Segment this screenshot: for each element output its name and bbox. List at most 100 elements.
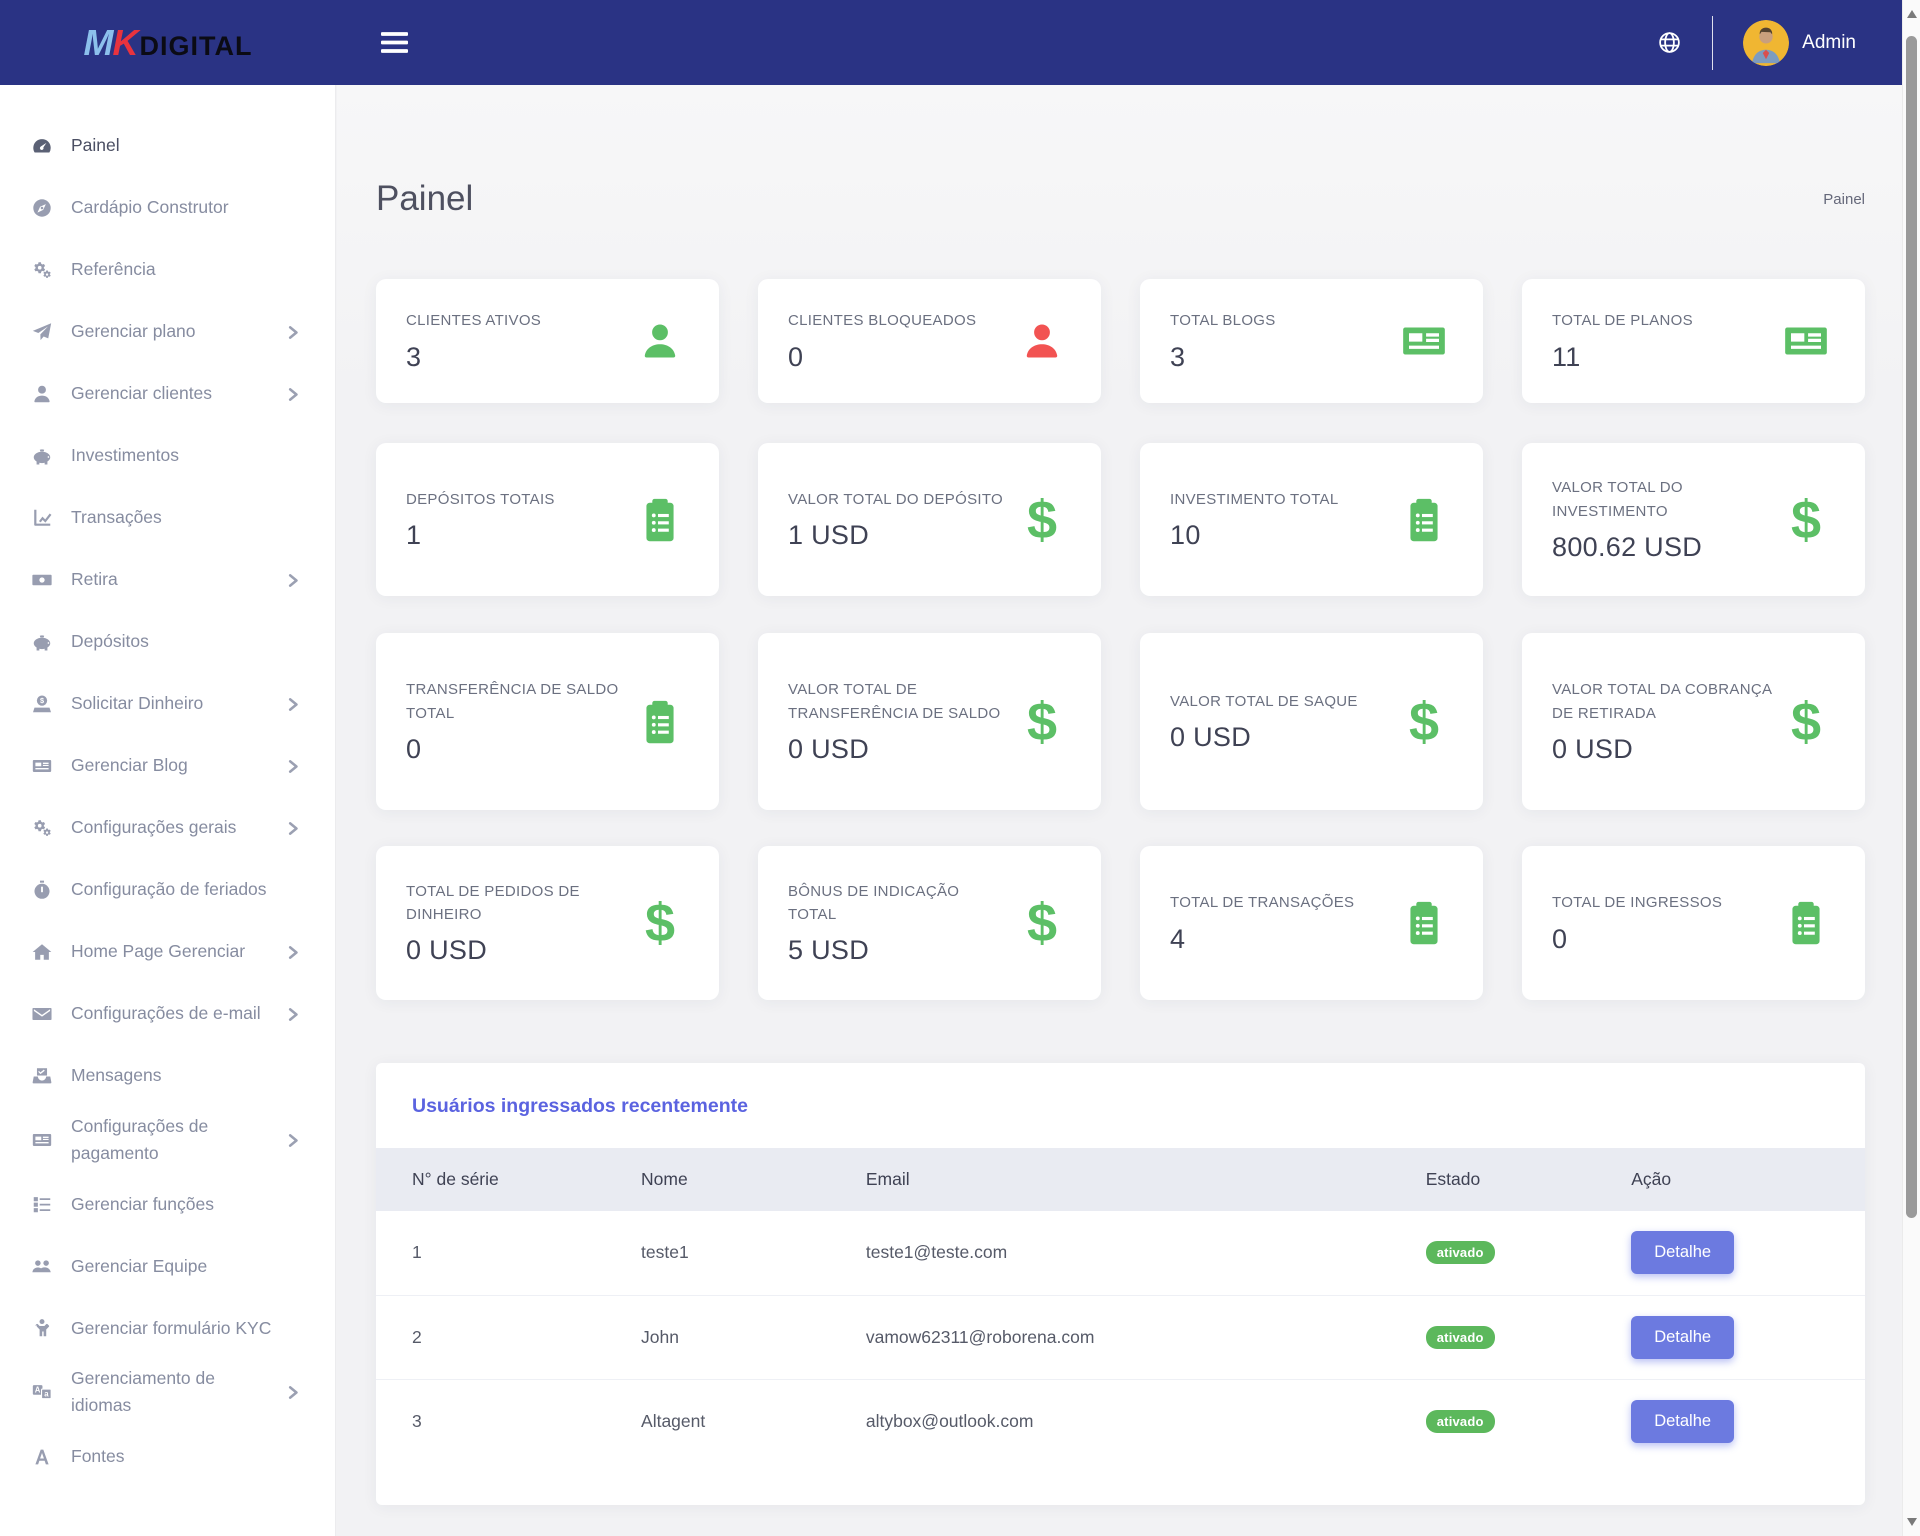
scrollbar-thumb[interactable] [1906,36,1917,1218]
sidebar-item-mensagens[interactable]: Mensagens [0,1045,335,1107]
sidebar-item-transacoes[interactable]: Transações [0,487,335,549]
sidebar-item-home-page-gerenciar[interactable]: Home Page Gerenciar [0,921,335,983]
hamburger-menu-button[interactable] [381,32,408,53]
dollar-icon: $ [645,896,675,950]
sidebar-item-label: Configuração de feriados [71,876,299,903]
cell-name: teste1 [641,1211,866,1295]
sidebar-item-gerenciar-equipe[interactable]: Gerenciar Equipe [0,1235,335,1297]
clipboard-list-icon [638,698,682,746]
stat-texts: VALOR TOTAL DO DEPÓSITO1 USD [788,488,1003,551]
sidebar-item-label: Configurações gerais [71,814,276,841]
globe-language-button[interactable] [1657,30,1682,55]
stats-row-1: CLIENTES ATIVOS3CLIENTES BLOQUEADOS0TOTA… [376,279,1865,403]
compass-icon [28,197,56,219]
scroll-down-arrow-icon[interactable] [1907,1518,1917,1526]
cell-email: vamow62311@roborena.com [866,1295,1426,1379]
sidebar-item-gerenciar-formulario-kyc[interactable]: Gerenciar formulário KYC [0,1297,335,1359]
stat-value: 3 [406,342,541,373]
chevron-right-icon [288,698,299,711]
chart-line-icon [28,507,56,529]
stat-value: 10 [1170,520,1339,551]
stat-label: TOTAL DE PEDIDOS DE DINHEIRO [406,880,626,927]
newspaper-icon [1781,316,1831,366]
child-icon [28,1317,56,1339]
stat-card-depositos-totais: DEPÓSITOS TOTAIS1 [376,443,719,596]
navbar-divider [1712,16,1713,70]
chevron-right-icon [288,574,299,587]
sidebar-item-cardapio-construtor[interactable]: Cardápio Construtor [0,177,335,239]
sidebar-menu: PainelCardápio ConstrutorReferênciaGeren… [0,115,335,1488]
table-row: 3Altagentaltybox@outlook.comativadoDetal… [376,1379,1865,1463]
svg-text:a: a [44,1390,49,1399]
detail-button[interactable]: Detalhe [1631,1231,1734,1274]
admin-menu-label[interactable]: Admin [1802,32,1856,54]
recent-users-title: Usuários ingressados recentemente [376,1095,1865,1118]
sidebar-item-retira[interactable]: Retira [0,549,335,611]
vertical-scrollbar[interactable] [1902,0,1920,1536]
stat-label: VALOR TOTAL DO DEPÓSITO [788,488,1003,511]
stat-label: TRANSFERÊNCIA DE SALDO TOTAL [406,678,626,725]
sidebar-item-gerenciar-funcoes[interactable]: Gerenciar funções [0,1173,335,1235]
sidebar-item-painel[interactable]: Painel [0,115,335,177]
stat-value: 0 USD [1552,734,1772,765]
status-badge: ativado [1426,1326,1495,1349]
users-icon [28,1255,56,1277]
gauge-icon [28,135,56,157]
cell-status: ativado [1426,1295,1631,1379]
scroll-up-arrow-icon[interactable] [1907,10,1917,18]
globe-icon [1657,30,1682,55]
stat-texts: VALOR TOTAL DE TRANSFERÊNCIA DE SALDO0 U… [788,678,1008,765]
sidebar-item-label: Mensagens [71,1062,299,1089]
stat-label: CLIENTES ATIVOS [406,309,541,332]
stat-value: 3 [1170,342,1276,373]
sidebar-item-depositos[interactable]: Depósitos [0,611,335,673]
stat-texts: TOTAL DE PEDIDOS DE DINHEIRO0 USD [406,880,626,967]
stat-label: TOTAL DE INGRESSOS [1552,891,1722,914]
avatar-photo-icon [1743,20,1789,66]
cell-status: ativado [1426,1211,1631,1295]
cell-name: Altagent [641,1379,866,1463]
stat-texts: BÔNUS DE INDICAÇÃO TOTAL5 USD [788,880,1008,967]
sidebar-item-gerenciar-clientes[interactable]: Gerenciar clientes [0,363,335,425]
sidebar-item-solicitar-dinheiro[interactable]: $Solicitar Dinheiro [0,673,335,735]
sidebar-item-configuracao-de-feriados[interactable]: Configuração de feriados [0,859,335,921]
stat-texts: VALOR TOTAL DA COBRANÇA DE RETIRADA0 USD [1552,678,1772,765]
stat-value: 0 USD [1170,722,1358,753]
chevron-right-icon [288,1134,299,1147]
stat-texts: TOTAL DE INGRESSOS0 [1552,891,1722,954]
sidebar-item-label: Painel [71,132,299,159]
piggy-bank-icon [28,445,56,467]
detail-button[interactable]: Detalhe [1631,1400,1734,1443]
sidebar-item-fontes[interactable]: Fontes [0,1426,335,1488]
svg-text:A: A [35,1386,41,1395]
top-navbar: MKDIGITAL Admin [0,0,1920,85]
sidebar-item-configuracoes-de-pagamento[interactable]: Configurações de pagamento [0,1107,335,1173]
sidebar-item-gerenciar-blog[interactable]: Gerenciar Blog [0,735,335,797]
stat-label: TOTAL BLOGS [1170,309,1276,332]
brand-text: DIGITAL [140,31,253,61]
cell-email: teste1@teste.com [866,1211,1426,1295]
paper-plane-icon [28,321,56,343]
detail-button[interactable]: Detalhe [1631,1316,1734,1359]
stat-label: TOTAL DE TRANSAÇÕES [1170,891,1354,914]
stat-texts: VALOR TOTAL DO INVESTIMENTO800.62 USD [1552,476,1772,563]
cell-email: altybox@outlook.com [866,1379,1426,1463]
sidebar-item-gerenciar-plano[interactable]: Gerenciar plano [0,301,335,363]
stats-row-2: DEPÓSITOS TOTAIS1 VALOR TOTAL DO DEPÓSITO… [376,443,1865,596]
brand-letter-k: K [113,22,138,63]
sidebar-item-configuracoes-de-e-mail[interactable]: Configurações de e-mail [0,983,335,1045]
user-avatar[interactable] [1743,20,1789,66]
sidebar-item-investimentos[interactable]: Investimentos [0,425,335,487]
navbar-right: Admin [1657,16,1920,70]
sidebar-item-label: Gerenciar clientes [71,380,276,407]
sidebar-item-configuracoes-gerais[interactable]: Configurações gerais [0,797,335,859]
sidebar-item-referencia[interactable]: Referência [0,239,335,301]
sidebar-item-gerenciamento-de-idiomas[interactable]: AaGerenciamento de idiomas [0,1359,335,1425]
page-title: Painel [376,179,473,219]
brand-letter-m: M [84,22,113,63]
dollar-icon: $ [1791,695,1821,749]
brand-logo[interactable]: MKDIGITAL [84,22,253,64]
cell-serial: 3 [376,1379,641,1463]
breadcrumb[interactable]: Painel [1823,191,1865,208]
cell-serial: 1 [376,1211,641,1295]
